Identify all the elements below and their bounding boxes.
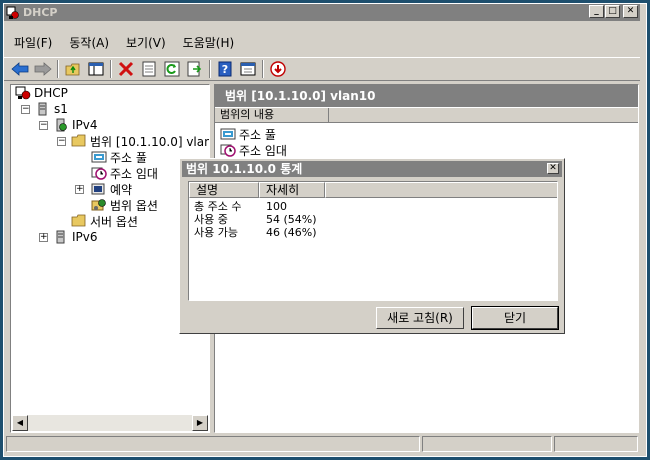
table-row: 총 주소 수 100 (194, 200, 287, 213)
tree-label: 주소 풀 (110, 150, 147, 165)
close-dialog-button[interactable]: 닫기 (471, 306, 559, 330)
menu-help[interactable]: 도움말(H) (173, 33, 242, 53)
tree-item-scope[interactable]: 범위 [10.1.10.0] vlan (71, 133, 210, 149)
status-bar (4, 436, 640, 453)
reservations-icon (91, 183, 105, 195)
tree-label: 주소 임대 (110, 166, 158, 181)
status-panel (554, 436, 638, 452)
stat-value: 100 (266, 200, 287, 213)
stop-service-icon[interactable] (268, 60, 288, 78)
tree-label: 범위 옵션 (110, 198, 158, 213)
ipv6-server-icon (56, 230, 65, 244)
scroll-right-button[interactable]: ▶ (192, 415, 208, 431)
table-row: 사용 중 54 (54%) (194, 213, 317, 226)
window-title: DHCP (23, 6, 58, 19)
list-item-label: 주소 임대 (239, 143, 287, 158)
toolbar-separator (262, 60, 264, 78)
close-button[interactable]: ✕ (623, 5, 638, 18)
tree-item-ipv4[interactable]: IPv4 (53, 117, 98, 133)
folder-icon (71, 134, 86, 147)
refresh-button[interactable]: 새로 고침(R) (376, 307, 464, 329)
list-item[interactable]: 주소 임대 (220, 142, 287, 158)
back-icon[interactable] (10, 60, 30, 78)
tree-label: 서버 옵션 (90, 214, 138, 229)
show-hide-tree-icon[interactable] (86, 60, 106, 78)
server-icon (38, 102, 47, 116)
tree-item-ipv6[interactable]: IPv6 (53, 229, 98, 245)
menu-action[interactable]: 동작(A) (59, 33, 116, 53)
stat-value: 46 (46%) (266, 226, 317, 239)
properties-icon[interactable] (139, 60, 159, 78)
export-list-icon[interactable] (185, 60, 205, 78)
address-leases-icon (220, 144, 236, 157)
stat-label: 총 주소 수 (194, 200, 242, 213)
statistics-list: 설명 자세히 총 주소 수 100 사용 중 54 (54%) 사용 가능 46… (188, 181, 558, 301)
dhcp-icon (15, 86, 31, 100)
dhcp-app-icon (6, 6, 19, 19)
scroll-left-button[interactable]: ◀ (12, 415, 28, 431)
tree-label: IPv4 (72, 118, 98, 132)
collapse-toggle[interactable]: − (57, 137, 66, 146)
toolbar-separator (209, 60, 211, 78)
menu-bar: 파일(F) 동작(A) 보기(V) 도움말(H) (4, 33, 241, 53)
address-leases-icon (91, 167, 107, 180)
maximize-button[interactable]: □ (605, 5, 620, 18)
collapse-toggle[interactable]: − (39, 121, 48, 130)
ipv4-server-icon (56, 118, 67, 132)
toolbar-separator (57, 60, 59, 78)
tree-horizontal-scrollbar[interactable]: ◀ ▶ (12, 415, 208, 431)
up-folder-icon[interactable] (63, 60, 83, 78)
list-item[interactable]: 주소 풀 (220, 126, 276, 142)
collapse-toggle[interactable]: − (21, 105, 30, 114)
tree-item-address-leases[interactable]: 주소 임대 (91, 165, 158, 181)
folder-icon (71, 214, 86, 227)
svg-text:?: ? (222, 63, 228, 76)
column-header-details[interactable]: 자세히 (259, 182, 325, 198)
tree-item-server[interactable]: s1 (35, 101, 68, 117)
menu-view[interactable]: 보기(V) (116, 33, 173, 53)
column-header-description[interactable]: 설명 (189, 182, 259, 198)
tree-item-address-pool[interactable]: 주소 풀 (91, 149, 147, 165)
status-panel (6, 436, 420, 452)
delete-icon[interactable] (116, 60, 136, 78)
dialog-title-bar[interactable]: 범위 10.1.10.0 통계 ✕ (182, 161, 562, 177)
toolbar: ? (4, 57, 640, 81)
tree-item-reservations[interactable]: 예약 (91, 181, 132, 197)
scope-options-icon (91, 199, 106, 211)
tree-label: DHCP (34, 86, 68, 100)
tree-label: IPv6 (72, 230, 98, 244)
address-pool-icon (220, 128, 236, 140)
minimize-button[interactable]: _ (589, 5, 604, 18)
dialog-close-icon[interactable]: ✕ (547, 163, 559, 174)
column-header-empty (325, 182, 557, 198)
toolbar-separator (110, 60, 112, 78)
tree-label: s1 (54, 102, 68, 116)
tree-label: 예약 (110, 182, 133, 197)
column-header-row: 범위의 내용 (215, 108, 638, 123)
tree-item-dhcp[interactable]: DHCP (15, 85, 68, 101)
forward-icon[interactable] (33, 60, 53, 78)
tree-item-server-options[interactable]: 서버 옵션 (71, 213, 138, 229)
mmc-window-icon[interactable] (238, 60, 258, 78)
details-header: 범위 [10.1.10.0] vlan10 (215, 85, 638, 107)
help-icon[interactable]: ? (215, 60, 235, 78)
statistics-list-header: 설명 자세히 (189, 182, 557, 198)
tree-label: 범위 [10.1.10.0] vlan (90, 134, 210, 149)
column-header-contents[interactable]: 범위의 내용 (215, 108, 329, 122)
scope-statistics-dialog: 범위 10.1.10.0 통계 ✕ 설명 자세히 총 주소 수 100 사용 중… (179, 158, 565, 334)
stat-label: 사용 중 (194, 213, 228, 226)
stat-label: 사용 가능 (194, 226, 238, 239)
list-item-label: 주소 풀 (239, 127, 276, 142)
tree-item-scope-options[interactable]: 범위 옵션 (91, 197, 158, 213)
dialog-title: 범위 10.1.10.0 통계 (186, 162, 303, 176)
expand-toggle[interactable]: + (39, 233, 48, 242)
expand-toggle[interactable]: + (75, 185, 84, 194)
stat-value: 54 (54%) (266, 213, 317, 226)
refresh-icon[interactable] (162, 60, 182, 78)
status-panel (422, 436, 552, 452)
title-bar[interactable]: DHCP _ □ ✕ (4, 4, 640, 21)
table-row: 사용 가능 46 (46%) (194, 226, 317, 239)
menu-file[interactable]: 파일(F) (4, 33, 59, 53)
address-pool-icon (91, 151, 107, 163)
